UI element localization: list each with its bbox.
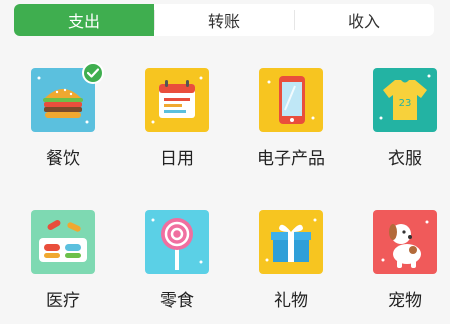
phone-icon bbox=[259, 68, 323, 132]
category-daily[interactable]: 日用 bbox=[126, 62, 238, 182]
pills-icon bbox=[31, 210, 95, 274]
category-food[interactable]: 餐饮 bbox=[12, 62, 124, 182]
tab-income[interactable]: 收入 bbox=[294, 4, 434, 36]
category-pet[interactable]: 宠物 bbox=[354, 204, 450, 324]
category-clothes[interactable]: 23 衣服 bbox=[354, 62, 450, 182]
category-label: 日用 bbox=[160, 149, 194, 169]
tab-transfer[interactable]: 转账 bbox=[154, 4, 294, 36]
svg-text:23: 23 bbox=[399, 98, 412, 109]
dog-icon bbox=[373, 210, 437, 274]
category-label: 零食 bbox=[160, 291, 194, 311]
category-grid: 餐饮 日用 电子产品 23 衣服 医疗 零食 礼物 宠物 bbox=[0, 62, 450, 311]
calendar-icon bbox=[145, 68, 209, 132]
tab-expense[interactable]: 支出 bbox=[14, 4, 154, 36]
category-label: 礼物 bbox=[274, 291, 308, 311]
lollipop-icon bbox=[145, 210, 209, 274]
category-type-tabs: 支出 转账 收入 bbox=[14, 4, 434, 36]
category-label: 餐饮 bbox=[46, 149, 80, 169]
category-electronics[interactable]: 电子产品 bbox=[240, 62, 352, 182]
category-label: 衣服 bbox=[388, 149, 422, 169]
gift-icon bbox=[259, 210, 323, 274]
category-gift[interactable]: 礼物 bbox=[240, 204, 352, 324]
category-label: 医疗 bbox=[46, 291, 80, 311]
shirt-icon: 23 bbox=[373, 68, 437, 132]
category-snacks[interactable]: 零食 bbox=[126, 204, 238, 324]
selected-check-icon bbox=[82, 62, 104, 84]
category-label: 电子产品 bbox=[257, 149, 325, 169]
category-medical[interactable]: 医疗 bbox=[12, 204, 124, 324]
category-label: 宠物 bbox=[388, 291, 422, 311]
